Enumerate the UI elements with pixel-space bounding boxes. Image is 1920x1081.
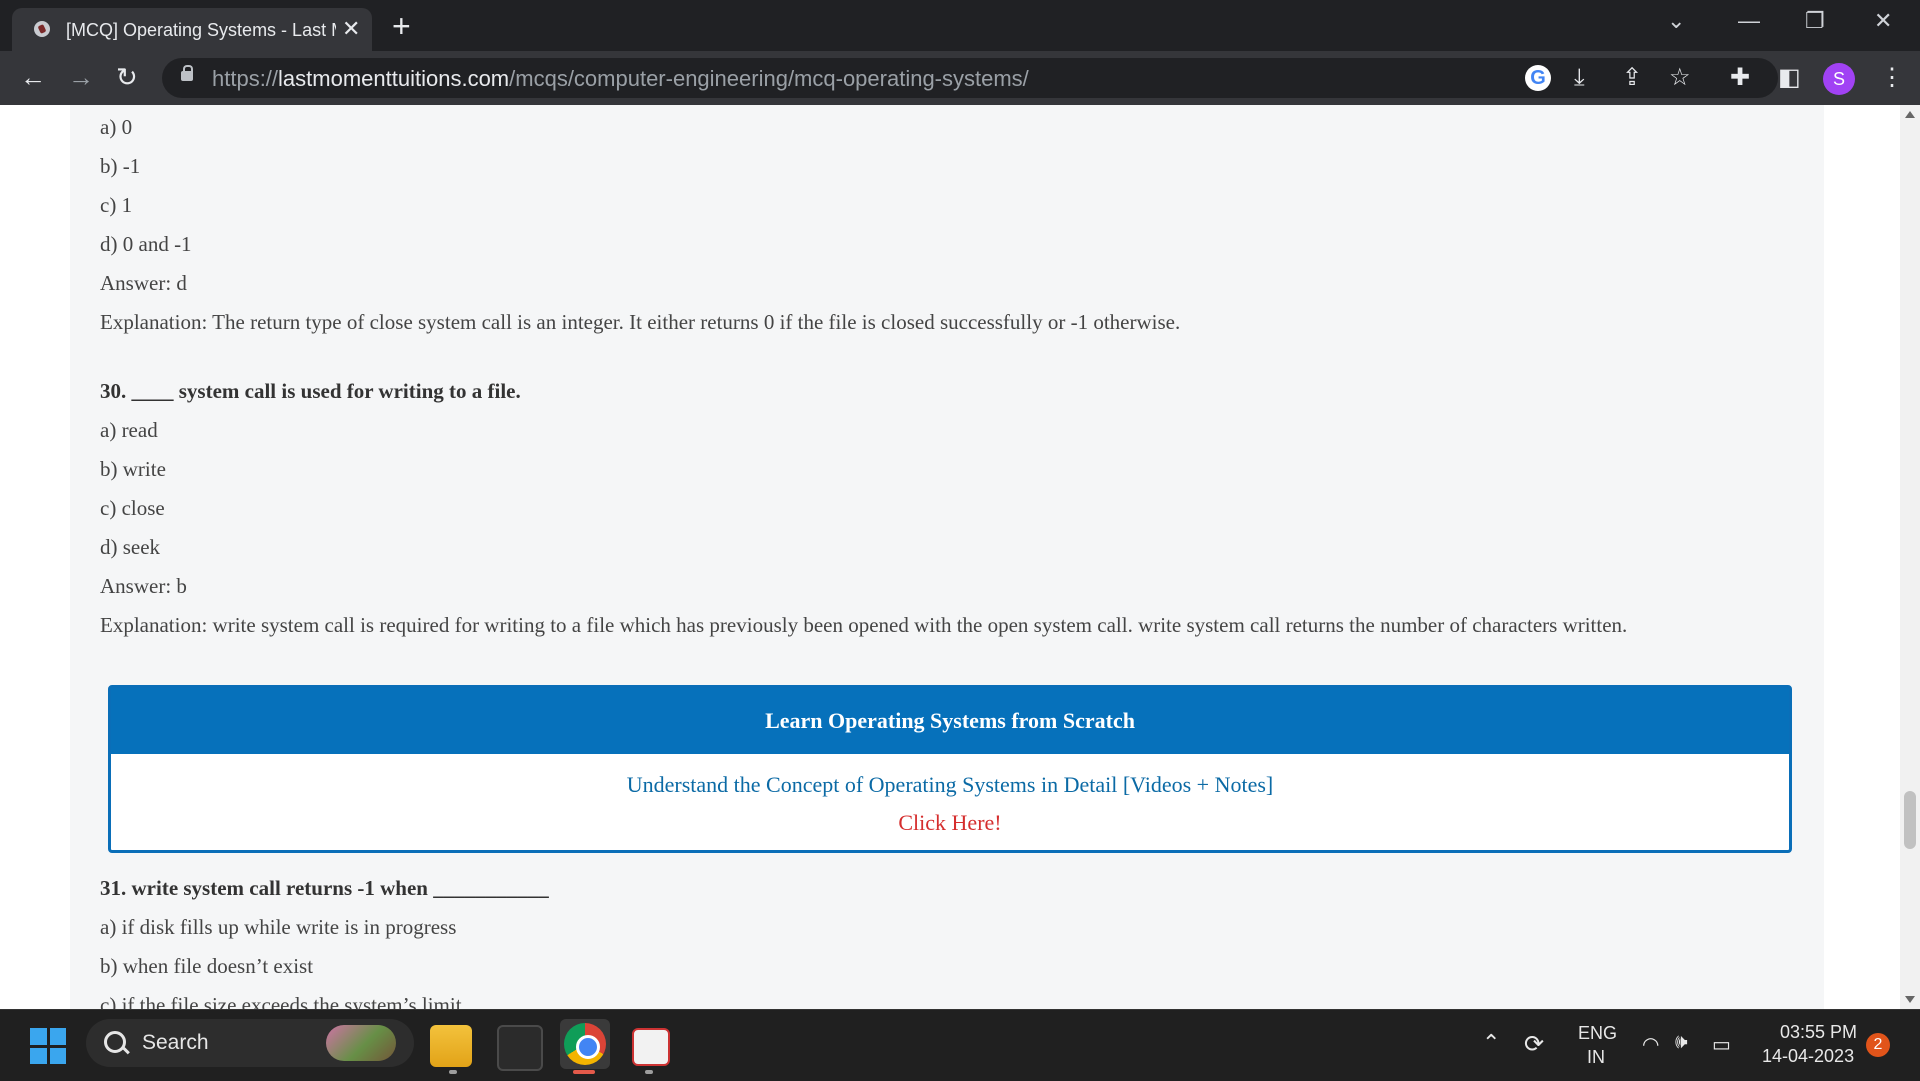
site-favicon-icon (34, 21, 50, 37)
chrome-center-icon (576, 1035, 600, 1059)
q30-question: 30. ____ system call is used for writing… (100, 379, 521, 403)
page-scrollbar[interactable] (1900, 105, 1920, 1009)
minimize-icon[interactable]: — (1738, 8, 1760, 34)
new-tab-button[interactable]: + (392, 10, 411, 42)
q29-option-b: b) -1 (100, 154, 141, 178)
scroll-down-arrow-icon[interactable] (1905, 996, 1915, 1003)
explorer-running-indicator (449, 1070, 457, 1074)
chrome-active-indicator (573, 1070, 595, 1074)
snip-running-indicator (645, 1070, 653, 1074)
language-region[interactable]: IN (1587, 1047, 1605, 1068)
forward-arrow-icon[interactable]: → (68, 62, 94, 92)
q29-option-d: d) 0 and -1 (100, 232, 192, 256)
tab-strip: [MCQ] Operating Systems - Last Moment Tu… (0, 0, 1920, 51)
snipping-tool-icon[interactable] (632, 1028, 670, 1066)
q29-explanation: Explanation: The return type of close sy… (100, 310, 1181, 334)
restore-icon[interactable]: ❐ (1805, 8, 1825, 34)
menu-kebab-icon[interactable]: ⋮ (1880, 63, 1904, 93)
language-code[interactable]: ENG (1578, 1023, 1617, 1044)
promo-course-link[interactable]: Understand the Concept of Operating Syst… (111, 772, 1789, 798)
bookmark-star-icon[interactable]: ☆ (1669, 63, 1691, 93)
install-app-icon[interactable]: ⤓ (1574, 63, 1585, 93)
q30-explanation: Explanation: write system call is requir… (100, 613, 1628, 637)
scroll-up-arrow-icon[interactable] (1905, 111, 1915, 118)
browser-tab[interactable]: [MCQ] Operating Systems - Last Moment Tu… (12, 8, 372, 51)
google-lens-icon[interactable]: G (1525, 65, 1551, 91)
clock-time[interactable]: 03:55 PM (1780, 1022, 1857, 1043)
q31-option-c: c) if the file size exceeds the system’s… (100, 993, 462, 1009)
search-icon (104, 1031, 126, 1053)
q31-option-b: b) when file doesn’t exist (100, 954, 314, 978)
lock-icon[interactable] (181, 65, 193, 81)
course-promo-box: Learn Operating Systems from Scratch Und… (108, 685, 1792, 853)
extensions-puzzle-icon[interactable]: ✚ (1730, 63, 1750, 93)
tab-close-icon[interactable]: ✕ (342, 17, 360, 41)
tab-title: [MCQ] Operating Systems - Last Moment Tu… (66, 20, 336, 40)
q29-option-c: c) 1 (100, 193, 133, 217)
search-highlight-art (326, 1025, 396, 1061)
q31-question: 31. write system call returns -1 when __… (100, 876, 549, 900)
url-text[interactable]: https://lastmomenttuitions.com/mcqs/comp… (212, 66, 1029, 92)
side-panel-icon[interactable]: ◧ (1778, 63, 1801, 93)
back-arrow-icon[interactable]: ← (20, 62, 46, 92)
promo-heading: Learn Operating Systems from Scratch (111, 688, 1789, 754)
window-close-icon[interactable]: ✕ (1874, 8, 1892, 34)
article-content: a) 0 b) -1 c) 1 d) 0 and -1 Answer: d Ex… (70, 105, 1824, 1009)
clock-date[interactable]: 14-04-2023 (1762, 1046, 1854, 1067)
file-explorer-icon[interactable] (430, 1025, 472, 1067)
q31-option-a: a) if disk fills up while write is in pr… (100, 915, 457, 939)
q30-answer: Answer: b (100, 574, 187, 598)
url-scheme: https:// (212, 66, 279, 91)
notification-badge[interactable]: 2 (1866, 1033, 1890, 1057)
tray-overflow-chevron-icon[interactable]: ⌃ (1482, 1030, 1500, 1056)
reload-icon[interactable]: ↻ (116, 62, 138, 92)
promo-click-here-link[interactable]: Click Here! (111, 810, 1789, 836)
profile-avatar[interactable]: S (1823, 63, 1855, 95)
q30-option-b: b) write (100, 457, 166, 481)
page-viewport: a) 0 b) -1 c) 1 d) 0 and -1 Answer: d Ex… (0, 105, 1900, 1009)
q29-answer: Answer: d (100, 271, 187, 295)
windows-start-icon[interactable] (30, 1028, 66, 1064)
q30-option-d: d) seek (100, 535, 161, 559)
search-label: Search (142, 1031, 209, 1054)
tab-search-chevron-icon[interactable]: ⌄ (1667, 8, 1685, 34)
q30-option-c: c) close (100, 496, 165, 520)
q30-option-a: a) read (100, 418, 158, 442)
scrollbar-thumb[interactable] (1904, 791, 1916, 849)
sync-status-icon[interactable]: ⟳ (1524, 1030, 1544, 1059)
battery-icon[interactable]: ▭ (1712, 1032, 1731, 1057)
microsoft-store-icon[interactable] (497, 1025, 543, 1071)
url-host: lastmomenttuitions.com (278, 66, 510, 91)
taskbar-search-box[interactable]: Search (86, 1019, 414, 1067)
wifi-icon[interactable]: ◠ (1642, 1032, 1659, 1057)
url-path: /mcqs/computer-engineering/mcq-operating… (509, 66, 1029, 91)
volume-icon[interactable]: 🕪 (1675, 1031, 1688, 1054)
q29-option-a: a) 0 (100, 115, 133, 139)
share-icon[interactable]: ⇪ (1622, 63, 1642, 93)
